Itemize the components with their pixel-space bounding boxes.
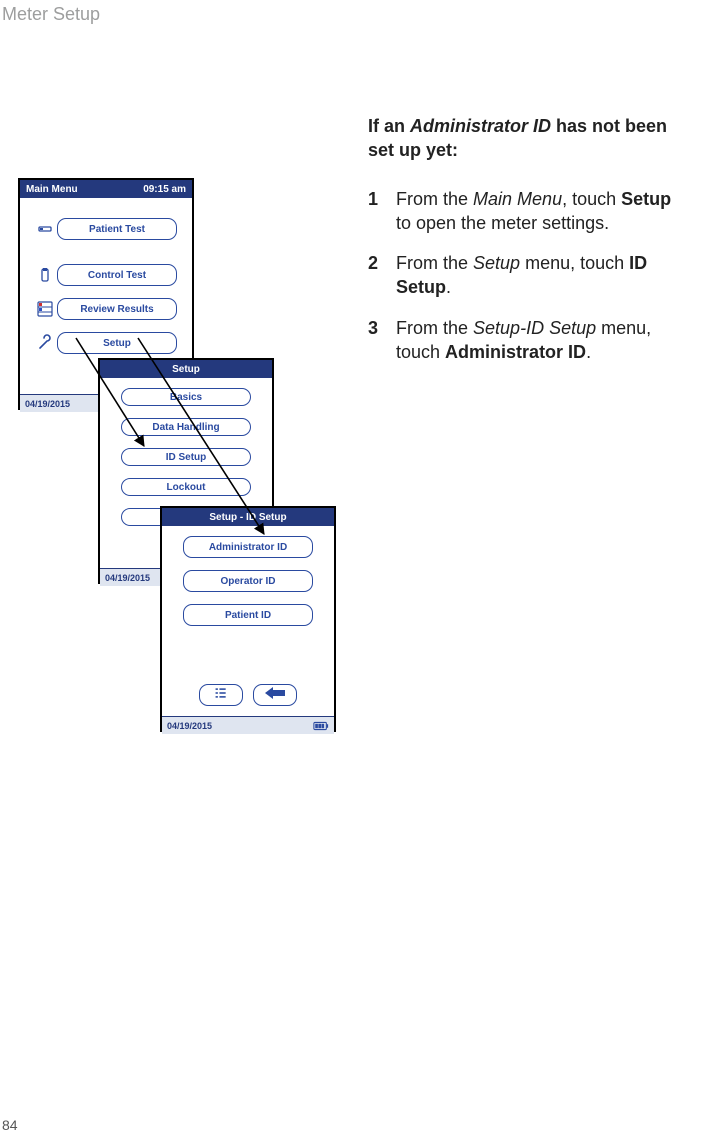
screen-body: Administrator ID Operator ID Patient ID [162, 526, 334, 716]
screen-id-setup: Setup - ID Setup Administrator ID Operat… [160, 506, 336, 732]
id-setup-button[interactable]: ID Setup [121, 448, 251, 466]
instruction-step: 1From the Main Menu, touch Setup to open… [368, 187, 688, 236]
basics-button[interactable]: Basics [121, 388, 251, 406]
footer-date: 04/19/2015 [25, 399, 70, 409]
step-number: 3 [368, 316, 396, 365]
button-label: Setup [103, 338, 131, 349]
instruction-step: 2From the Setup menu, touch ID Setup. [368, 251, 688, 300]
button-label: Administrator ID [209, 542, 287, 553]
bold-term: ID Setup [396, 253, 647, 297]
italic-term: Setup-ID Setup [473, 318, 596, 338]
italic-term: Setup [473, 253, 520, 273]
bold-term: Administrator ID [445, 342, 586, 362]
button-label: Lockout [167, 482, 206, 493]
page-header: Meter Setup [2, 4, 100, 25]
titlebar-title: Main Menu [26, 184, 78, 195]
control-test-button[interactable]: Control Test [57, 264, 177, 286]
titlebar-main-menu: Main Menu 09:15 am [20, 180, 192, 198]
control-bottle-icon [36, 266, 54, 284]
data-handling-button[interactable]: Data Handling [121, 418, 251, 436]
button-label: Data Handling [152, 422, 219, 433]
administrator-id-button[interactable]: Administrator ID [183, 536, 313, 558]
button-label: Operator ID [220, 576, 275, 587]
step-number: 1 [368, 187, 396, 236]
back-arrow-icon [263, 686, 287, 705]
step-text: From the Setup-ID Setup menu, touch Admi… [396, 316, 688, 365]
bold-term: Setup [621, 189, 671, 209]
instructions-heading: If an Administrator ID has not been set … [368, 114, 688, 163]
page-number: 84 [2, 1117, 18, 1133]
button-label: Control Test [88, 270, 146, 281]
screen-footer: 04/19/2015 [162, 716, 334, 734]
button-label: ID Setup [166, 452, 207, 463]
titlebar-title: Setup [172, 364, 200, 375]
titlebar-title: Setup - ID Setup [209, 512, 286, 523]
checklist-icon [214, 686, 228, 705]
italic-term: Main Menu [473, 189, 562, 209]
test-strip-icon [36, 220, 54, 238]
results-grid-icon [36, 300, 54, 318]
instructions-list: 1From the Main Menu, touch Setup to open… [368, 187, 688, 365]
checklist-button[interactable] [199, 684, 243, 706]
battery-icon [313, 721, 329, 731]
button-label: Patient ID [225, 610, 271, 621]
titlebar-id-setup: Setup - ID Setup [162, 508, 334, 526]
step-number: 2 [368, 251, 396, 300]
wrench-icon [36, 334, 54, 352]
footer-date: 04/19/2015 [167, 721, 212, 731]
patient-id-button[interactable]: Patient ID [183, 604, 313, 626]
patient-test-button[interactable]: Patient Test [57, 218, 177, 240]
bottom-row [189, 680, 307, 712]
titlebar-time: 09:15 am [143, 184, 186, 195]
operator-id-button[interactable]: Operator ID [183, 570, 313, 592]
setup-button[interactable]: Setup [57, 332, 177, 354]
review-results-button[interactable]: Review Results [57, 298, 177, 320]
button-label: Review Results [80, 304, 153, 315]
back-button[interactable] [253, 684, 297, 706]
screens-figure: Main Menu 09:15 am Patient Test Control … [18, 178, 348, 778]
titlebar-setup: Setup [100, 360, 272, 378]
button-label: Patient Test [89, 224, 145, 235]
heading-term: Administrator ID [410, 116, 551, 136]
lockout-button[interactable]: Lockout [121, 478, 251, 496]
instruction-step: 3From the Setup-ID Setup menu, touch Adm… [368, 316, 688, 365]
step-text: From the Main Menu, touch Setup to open … [396, 187, 688, 236]
button-label: Basics [170, 392, 202, 403]
instructions-block: If an Administrator ID has not been set … [368, 114, 688, 380]
footer-date: 04/19/2015 [105, 573, 150, 583]
step-text: From the Setup menu, touch ID Setup. [396, 251, 688, 300]
heading-pre: If an [368, 116, 410, 136]
